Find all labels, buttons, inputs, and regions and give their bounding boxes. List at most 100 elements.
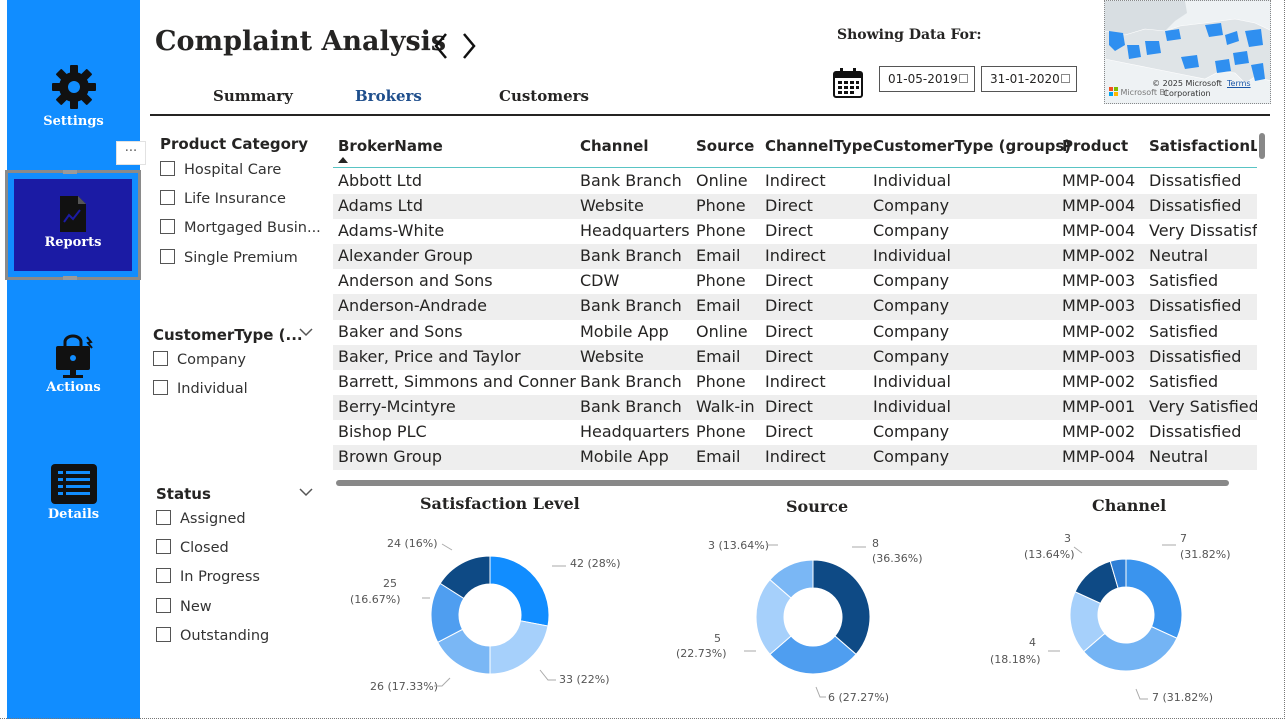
slicer-item-label: Individual (177, 381, 248, 397)
date-picker-icon[interactable] (959, 74, 968, 83)
vertical-scrollbar[interactable] (1259, 133, 1265, 159)
table-row[interactable]: Anderson-Andrade Bank Branch Email Direct Co… (333, 294, 1257, 320)
nav-settings[interactable]: Settings (7, 62, 140, 129)
slicer-item-single-premium[interactable]: Single Premium (160, 249, 298, 266)
slicer-item-assigned[interactable]: Assigned (156, 510, 246, 527)
checkbox[interactable] (156, 510, 171, 525)
date-from-input[interactable]: 01-05-2019 (879, 66, 975, 92)
data-label: 3 (1064, 532, 1071, 545)
tab-customers[interactable]: Customers (499, 87, 589, 105)
table-cell: CDW (580, 271, 620, 291)
checkbox[interactable] (156, 598, 171, 613)
nav-reports[interactable]: Reports (5, 170, 141, 280)
slicer-item-individual[interactable]: Individual (153, 380, 248, 397)
chart-title-satisfaction: Satisfaction Level (420, 494, 580, 513)
checkbox[interactable] (156, 627, 171, 642)
slicer-item-in-progress[interactable]: In Progress (156, 568, 260, 585)
data-label: 7 (1180, 532, 1187, 545)
nav-reports-label: Reports (44, 235, 102, 250)
tab-brokers[interactable]: Brokers (355, 87, 422, 105)
table-row[interactable]: Bishop PLC Headquarters Phone Direct Company… (333, 420, 1257, 445)
forward-arrow-icon[interactable] (460, 30, 478, 62)
checkbox[interactable] (160, 161, 175, 176)
data-label: 5 (714, 632, 721, 645)
slicer-item-hospital-care[interactable]: Hospital Care (160, 161, 281, 178)
chart-title-channel: Channel (1092, 496, 1167, 515)
channel-donut-chart[interactable]: 7 (31.82%) 7 (31.82%) 4 (18.18%) 3 (13.6… (980, 525, 1280, 715)
data-label: (22.73%) (676, 647, 727, 660)
table-row[interactable]: Baker and Sons Mobile App Online Direct Comp… (333, 320, 1257, 345)
column-header-channel-type[interactable]: ChannelType (765, 137, 873, 155)
table-cell: MMP-004 (1062, 221, 1136, 241)
selection-handle[interactable] (63, 170, 77, 174)
map-visual[interactable]: © 2025 Microsoft Corporation Terms Micro… (1104, 0, 1271, 104)
slicer-item-company[interactable]: Company (153, 351, 246, 368)
chevron-down-icon[interactable] (299, 487, 313, 497)
tab-summary[interactable]: Summary (213, 87, 293, 105)
table-row[interactable]: Berry-Mcintyre Bank Branch Walk-in Direct In… (333, 394, 1257, 420)
checkbox[interactable] (160, 190, 175, 205)
slicer-item-label: New (180, 599, 212, 615)
table-cell: Email (696, 346, 741, 366)
slicer-item-outstanding[interactable]: Outstanding (156, 627, 269, 644)
slicer-item-new[interactable]: New (156, 598, 212, 615)
donut-slice[interactable] (1125, 558, 1183, 639)
source-donut-chart[interactable]: 8 (36.36%) 6 (27.27%) 5 (22.73%) 3 (13.6… (670, 525, 930, 715)
date-from-value: 01-05-2019 (888, 72, 958, 86)
map-terms-link[interactable]: Terms (1227, 79, 1251, 88)
checkbox[interactable] (156, 568, 171, 583)
nav-actions[interactable]: Actions (7, 334, 140, 395)
table-cell: Individual (873, 371, 951, 391)
sort-ascending-icon[interactable] (338, 157, 348, 163)
selection-handle[interactable] (63, 276, 77, 280)
column-header-broker-name[interactable]: BrokerName (338, 137, 443, 155)
date-picker-icon[interactable] (1061, 74, 1070, 83)
calendar-icon[interactable] (832, 67, 864, 99)
table-row[interactable]: Adams Ltd Website Phone Direct Company MMP-00… (333, 194, 1257, 220)
table-cell: Individual (873, 171, 951, 190)
slicer-item-mortgaged-business[interactable]: Mortgaged Busin... (160, 219, 321, 236)
table-row[interactable]: Barrett, Simmons and Conner Bank Branch Ph… (333, 370, 1257, 395)
column-header-satisfaction-level[interactable]: SatisfactionLe (1149, 137, 1257, 155)
table-row[interactable]: Baker, Price and Taylor Website Email Direc… (333, 344, 1257, 370)
horizontal-scrollbar[interactable] (336, 480, 1229, 486)
satisfaction-donut-chart[interactable]: 42 (28%) 33 (22%) 26 (17.33%) 25 (16.67%… (330, 520, 630, 710)
nav-details[interactable]: Details (7, 463, 140, 522)
checkbox[interactable] (153, 380, 168, 395)
checkbox[interactable] (160, 219, 175, 234)
table-cell: Adams Ltd (338, 196, 423, 216)
donut-slice[interactable] (489, 620, 549, 675)
back-arrow-icon[interactable] (432, 30, 450, 62)
table-cell: Direct (765, 296, 813, 316)
table-row[interactable]: Adams-White Headquarters Phone Direct Compan… (333, 219, 1257, 244)
checkbox[interactable] (160, 249, 175, 264)
column-header-customer-type[interactable]: CustomerType (groups) (873, 137, 1071, 155)
table-cell: Company (873, 321, 950, 341)
table-row[interactable]: Anderson and Sons CDW Phone Direct Company MM… (333, 269, 1257, 294)
leader-line (1135, 688, 1148, 700)
table-row[interactable]: Alexander Group Bank Branch Email Indirect I… (333, 244, 1257, 270)
column-header-source[interactable]: Source (696, 137, 754, 155)
nav-settings-label: Settings (43, 114, 104, 129)
chevron-down-icon[interactable] (299, 327, 313, 337)
checkbox[interactable] (156, 539, 171, 554)
brokers-table[interactable]: BrokerName Channel Source ChannelType Cu… (333, 130, 1257, 480)
microsoft-logo-icon (1109, 87, 1118, 96)
checkbox[interactable] (153, 351, 168, 366)
table-cell: Satisfied (1149, 321, 1219, 341)
map-brand: Microsoft Bi (1120, 88, 1168, 97)
more-options-button[interactable]: ··· (116, 141, 146, 165)
date-to-input[interactable]: 31-01-2020 (981, 66, 1077, 92)
slicer-item-closed[interactable]: Closed (156, 539, 229, 556)
table-cell: Company (873, 221, 950, 241)
slicer-item-life-insurance[interactable]: Life Insurance (160, 190, 286, 207)
column-header-channel[interactable]: Channel (580, 137, 648, 155)
donut-slice[interactable] (812, 559, 871, 656)
column-header-product[interactable]: Product (1062, 137, 1128, 155)
table-cell: Direct (765, 421, 813, 441)
table-row[interactable]: Brown Group Mobile App Email Indirect Compan… (333, 445, 1257, 471)
donut-slice[interactable] (489, 555, 550, 627)
table-cell: Individual (873, 246, 951, 266)
leader-line (441, 543, 453, 551)
table-row[interactable]: Abbott Ltd Bank Branch Online Indirect Indiv… (333, 169, 1257, 194)
